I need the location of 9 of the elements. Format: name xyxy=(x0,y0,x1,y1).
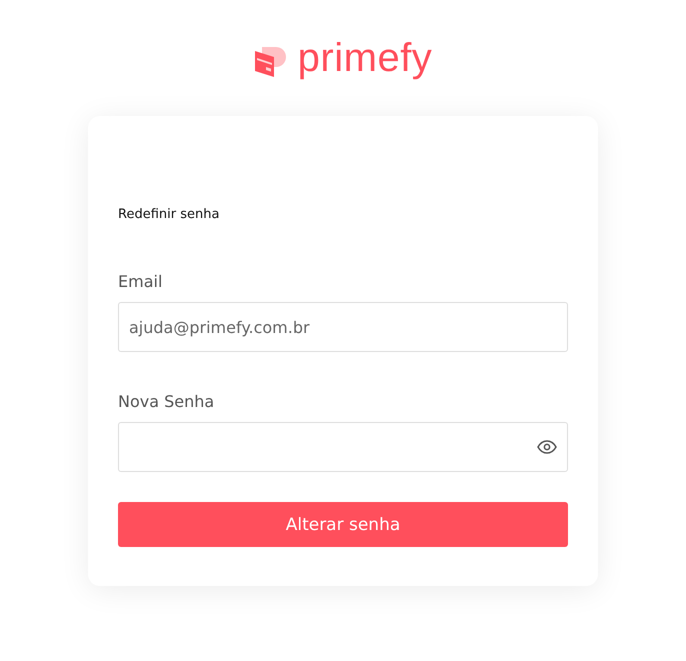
password-field[interactable] xyxy=(118,422,568,472)
show-password-icon[interactable] xyxy=(537,440,557,454)
input-field[interactable]: ajuda@primefy.com.br xyxy=(118,302,568,352)
form-title: Redefinir senha xyxy=(118,206,220,224)
logo-wordmark: primefy xyxy=(298,38,432,78)
field-label: Nova Senha xyxy=(118,392,216,412)
field-label: Email xyxy=(118,272,164,292)
submit-button[interactable]: Alterar senha xyxy=(118,502,568,547)
wallet-logo-icon xyxy=(254,45,288,79)
